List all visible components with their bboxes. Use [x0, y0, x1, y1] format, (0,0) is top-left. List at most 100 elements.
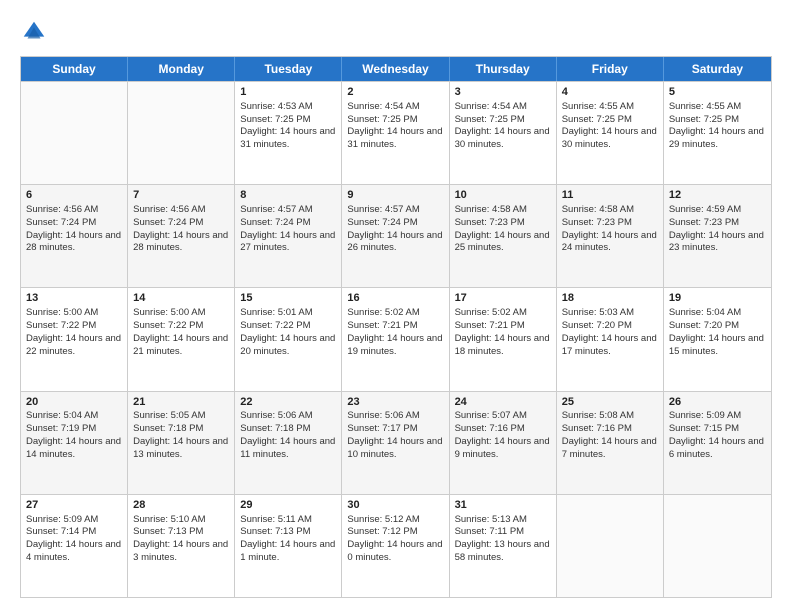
day-number: 3	[455, 85, 551, 100]
calendar-cell: 28Sunrise: 5:10 AMSunset: 7:13 PMDayligh…	[128, 495, 235, 597]
daylight-text: Daylight: 14 hours and 30 minutes.	[562, 126, 657, 150]
daylight-text: Daylight: 13 hours and 58 minutes.	[455, 539, 550, 563]
day-number: 12	[669, 188, 766, 203]
sunset-text: Sunset: 7:25 PM	[347, 114, 417, 125]
sunrise-text: Sunrise: 4:54 AM	[455, 101, 527, 112]
daylight-text: Daylight: 14 hours and 14 minutes.	[26, 436, 121, 460]
sunset-text: Sunset: 7:23 PM	[669, 217, 739, 228]
sunrise-text: Sunrise: 5:06 AM	[347, 410, 419, 421]
day-number: 19	[669, 291, 766, 306]
daylight-text: Daylight: 14 hours and 28 minutes.	[26, 230, 121, 254]
day-number: 25	[562, 395, 658, 410]
weekday-header: Saturday	[664, 57, 771, 81]
sunrise-text: Sunrise: 5:13 AM	[455, 514, 527, 525]
sunset-text: Sunset: 7:20 PM	[562, 320, 632, 331]
sunrise-text: Sunrise: 4:58 AM	[455, 204, 527, 215]
day-number: 21	[133, 395, 229, 410]
calendar-header: SundayMondayTuesdayWednesdayThursdayFrid…	[21, 57, 771, 81]
daylight-text: Daylight: 14 hours and 10 minutes.	[347, 436, 442, 460]
sunset-text: Sunset: 7:22 PM	[133, 320, 203, 331]
daylight-text: Daylight: 14 hours and 1 minute.	[240, 539, 335, 563]
sunrise-text: Sunrise: 4:57 AM	[347, 204, 419, 215]
calendar-cell: 1Sunrise: 4:53 AMSunset: 7:25 PMDaylight…	[235, 82, 342, 184]
calendar-cell: 12Sunrise: 4:59 AMSunset: 7:23 PMDayligh…	[664, 185, 771, 287]
day-number: 13	[26, 291, 122, 306]
day-number: 26	[669, 395, 766, 410]
day-number: 7	[133, 188, 229, 203]
sunset-text: Sunset: 7:21 PM	[455, 320, 525, 331]
calendar-cell: 30Sunrise: 5:12 AMSunset: 7:12 PMDayligh…	[342, 495, 449, 597]
calendar-cell: 18Sunrise: 5:03 AMSunset: 7:20 PMDayligh…	[557, 288, 664, 390]
calendar-cell: 21Sunrise: 5:05 AMSunset: 7:18 PMDayligh…	[128, 392, 235, 494]
sunset-text: Sunset: 7:17 PM	[347, 423, 417, 434]
sunset-text: Sunset: 7:12 PM	[347, 526, 417, 537]
sunset-text: Sunset: 7:24 PM	[133, 217, 203, 228]
sunset-text: Sunset: 7:25 PM	[562, 114, 632, 125]
sunset-text: Sunset: 7:24 PM	[347, 217, 417, 228]
calendar-cell: 2Sunrise: 4:54 AMSunset: 7:25 PMDaylight…	[342, 82, 449, 184]
daylight-text: Daylight: 14 hours and 30 minutes.	[455, 126, 550, 150]
calendar-cell: 14Sunrise: 5:00 AMSunset: 7:22 PMDayligh…	[128, 288, 235, 390]
logo	[20, 18, 52, 46]
daylight-text: Daylight: 14 hours and 7 minutes.	[562, 436, 657, 460]
calendar-cell: 24Sunrise: 5:07 AMSunset: 7:16 PMDayligh…	[450, 392, 557, 494]
daylight-text: Daylight: 14 hours and 3 minutes.	[133, 539, 228, 563]
daylight-text: Daylight: 14 hours and 28 minutes.	[133, 230, 228, 254]
sunset-text: Sunset: 7:19 PM	[26, 423, 96, 434]
sunrise-text: Sunrise: 5:11 AM	[240, 514, 312, 525]
calendar-cell: 11Sunrise: 4:58 AMSunset: 7:23 PMDayligh…	[557, 185, 664, 287]
calendar: SundayMondayTuesdayWednesdayThursdayFrid…	[20, 56, 772, 598]
sunrise-text: Sunrise: 5:09 AM	[26, 514, 98, 525]
daylight-text: Daylight: 14 hours and 22 minutes.	[26, 333, 121, 357]
sunrise-text: Sunrise: 5:03 AM	[562, 307, 634, 318]
sunrise-text: Sunrise: 5:02 AM	[455, 307, 527, 318]
day-number: 27	[26, 498, 122, 513]
calendar-cell: 4Sunrise: 4:55 AMSunset: 7:25 PMDaylight…	[557, 82, 664, 184]
daylight-text: Daylight: 14 hours and 31 minutes.	[240, 126, 335, 150]
day-number: 15	[240, 291, 336, 306]
sunset-text: Sunset: 7:16 PM	[455, 423, 525, 434]
calendar-cell: 17Sunrise: 5:02 AMSunset: 7:21 PMDayligh…	[450, 288, 557, 390]
sunrise-text: Sunrise: 4:56 AM	[26, 204, 98, 215]
calendar-cell: 22Sunrise: 5:06 AMSunset: 7:18 PMDayligh…	[235, 392, 342, 494]
sunrise-text: Sunrise: 5:10 AM	[133, 514, 205, 525]
sunrise-text: Sunrise: 5:07 AM	[455, 410, 527, 421]
daylight-text: Daylight: 14 hours and 21 minutes.	[133, 333, 228, 357]
calendar-row: 13Sunrise: 5:00 AM Sunset: 7:22 PM Dayligh…	[21, 287, 771, 390]
sunset-text: Sunset: 7:25 PM	[669, 114, 739, 125]
sunset-text: Sunset: 7:15 PM	[669, 423, 739, 434]
day-number: 31	[455, 498, 551, 513]
sunset-text: Sunset: 7:14 PM	[26, 526, 96, 537]
sunrise-text: Sunrise: 5:00 AM	[26, 307, 98, 318]
day-number: 10	[455, 188, 551, 203]
sunset-text: Sunset: 7:21 PM	[347, 320, 417, 331]
sunset-text: Sunset: 7:16 PM	[562, 423, 632, 434]
calendar-cell: 26Sunrise: 5:09 AMSunset: 7:15 PMDayligh…	[664, 392, 771, 494]
calendar-cell: 16Sunrise: 5:02 AMSunset: 7:21 PMDayligh…	[342, 288, 449, 390]
daylight-text: Daylight: 14 hours and 4 minutes.	[26, 539, 121, 563]
day-number: 1	[240, 85, 336, 100]
page-header	[20, 18, 772, 46]
daylight-text: Daylight: 14 hours and 29 minutes.	[669, 126, 764, 150]
day-number: 23	[347, 395, 443, 410]
calendar-cell: 15Sunrise: 5:01 AMSunset: 7:22 PMDayligh…	[235, 288, 342, 390]
day-number: 18	[562, 291, 658, 306]
sunset-text: Sunset: 7:22 PM	[26, 320, 96, 331]
weekday-header: Friday	[557, 57, 664, 81]
sunset-text: Sunset: 7:24 PM	[240, 217, 310, 228]
calendar-cell: 23Sunrise: 5:06 AM Sunset: 7:17 PM Dayligh…	[342, 392, 449, 494]
sunrise-text: Sunrise: 4:56 AM	[133, 204, 205, 215]
sunset-text: Sunset: 7:23 PM	[562, 217, 632, 228]
sunrise-text: Sunrise: 5:06 AM	[240, 410, 312, 421]
sunset-text: Sunset: 7:25 PM	[455, 114, 525, 125]
daylight-text: Daylight: 14 hours and 6 minutes.	[669, 436, 764, 460]
daylight-text: Daylight: 14 hours and 23 minutes.	[669, 230, 764, 254]
day-number: 30	[347, 498, 443, 513]
calendar-cell: 13Sunrise: 5:00 AM Sunset: 7:22 PM Dayligh…	[21, 288, 128, 390]
sunset-text: Sunset: 7:20 PM	[669, 320, 739, 331]
calendar-cell: 7Sunrise: 4:56 AM Sunset: 7:24 PM Daylight…	[128, 185, 235, 287]
calendar-row: 1Sunrise: 4:53 AMSunset: 7:25 PMDaylight…	[21, 81, 771, 184]
daylight-text: Daylight: 14 hours and 0 minutes.	[347, 539, 442, 563]
daylight-text: Daylight: 14 hours and 9 minutes.	[455, 436, 550, 460]
sunrise-text: Sunrise: 5:01 AM	[240, 307, 312, 318]
